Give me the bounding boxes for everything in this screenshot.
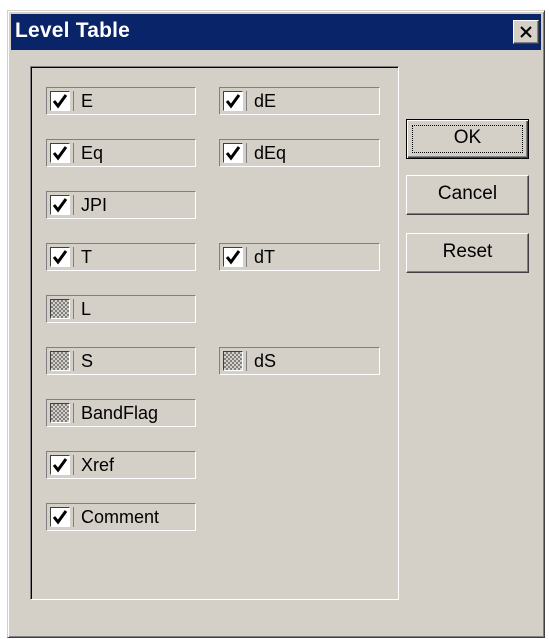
checkbox-label: E [81,91,94,111]
checkbox-label: dS [254,351,277,371]
checkbox-label: Comment [81,507,160,527]
checkbox-eq[interactable]: Eq [46,139,196,167]
check-box[interactable] [223,247,243,267]
reset-button[interactable]: Reset [406,233,529,273]
check-box[interactable] [50,195,70,215]
checkbox-jpi[interactable]: JPI [46,191,196,219]
check-box[interactable] [50,507,70,527]
checkbox-deq[interactable]: dEq [219,139,380,167]
check-box[interactable] [223,143,243,163]
checkbox-label: L [81,299,92,319]
check-icon [52,458,68,473]
check-box[interactable] [50,351,70,371]
level-table-dialog: Level Table E dE Eq dEq JPI T dT L S dS … [7,10,545,638]
checkbox-ds[interactable]: dS [219,347,380,375]
check-icon [52,510,68,525]
check-box[interactable] [50,143,70,163]
check-box[interactable] [50,299,70,319]
check-icon [52,94,68,109]
checkbox-s[interactable]: S [46,347,196,375]
checkbox-xref[interactable]: Xref [46,451,196,479]
title-bar[interactable]: Level Table [11,14,541,50]
checkbox-label: Xref [81,455,115,475]
check-icon [52,198,68,213]
checkbox-de[interactable]: dE [219,87,380,115]
check-icon [225,146,241,161]
check-icon [225,94,241,109]
check-box[interactable] [50,91,70,111]
checkbox-label: dT [254,247,276,267]
checkbox-bandflag[interactable]: BandFlag [46,399,196,427]
cancel-button-label: Cancel [437,183,498,204]
checkbox-e[interactable]: E [46,87,196,115]
checkbox-l[interactable]: L [46,295,196,323]
reset-button-label: Reset [442,241,493,262]
checkbox-label: JPI [81,195,108,215]
check-box[interactable] [50,455,70,475]
checkbox-label: BandFlag [81,403,159,423]
check-box[interactable] [50,403,70,423]
check-box[interactable] [50,247,70,267]
checkbox-dt[interactable]: dT [219,243,380,271]
checkbox-label: Eq [81,143,104,163]
check-icon [52,250,68,265]
dialog-title: Level Table [15,19,131,42]
check-icon [225,250,241,265]
checkbox-label: T [81,247,92,267]
checkbox-label: dEq [254,143,287,163]
checkbox-label: dE [254,91,277,111]
ok-button-label: OK [453,127,482,148]
close-icon [520,26,532,38]
checkbox-t[interactable]: T [46,243,196,271]
cancel-button[interactable]: Cancel [406,175,529,215]
checkbox-label: S [81,351,94,371]
close-button[interactable] [513,20,539,44]
check-box[interactable] [223,91,243,111]
check-box[interactable] [223,351,243,371]
ok-button[interactable]: OK [406,119,529,159]
checkbox-comment[interactable]: Comment [46,503,196,531]
check-icon [52,146,68,161]
